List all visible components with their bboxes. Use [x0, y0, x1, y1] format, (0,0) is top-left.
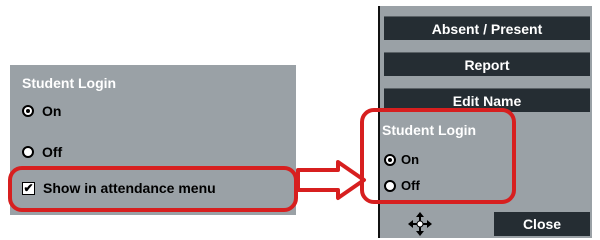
radio-off-label: Off	[42, 144, 63, 160]
attendance-menu-panel: Absent / Present Report Edit Name Studen…	[378, 6, 592, 238]
radio-on-label: On	[42, 103, 62, 119]
right-radio-off-icon[interactable]	[384, 179, 396, 192]
right-radio-off-option[interactable]: Off	[384, 178, 420, 193]
checkbox-label: Show in attendance menu	[43, 180, 216, 196]
move-icon[interactable]	[408, 212, 432, 236]
bottom-bar: Close	[380, 210, 592, 238]
close-button[interactable]: Close	[494, 212, 590, 236]
checkbox-icon[interactable]: ✔	[22, 181, 35, 195]
panel-title: Student Login	[22, 75, 117, 91]
arrow-right-icon	[296, 160, 366, 200]
radio-off-icon[interactable]	[22, 146, 34, 158]
right-radio-off-label: Off	[401, 178, 420, 193]
right-radio-on-option[interactable]: On	[384, 152, 419, 167]
edit-name-button[interactable]: Edit Name	[384, 88, 590, 112]
student-login-title: Student Login	[382, 122, 477, 138]
show-in-attendance-checkbox[interactable]: ✔ Show in attendance menu	[22, 180, 216, 196]
radio-off-option[interactable]: Off	[22, 144, 62, 160]
right-radio-on-icon[interactable]	[384, 153, 396, 166]
settings-panel: Student Login On Off ✔ Show in attendanc…	[10, 65, 296, 215]
radio-on-icon[interactable]	[22, 105, 34, 117]
report-button[interactable]: Report	[384, 52, 590, 76]
right-radio-on-label: On	[401, 152, 420, 167]
radio-on-option[interactable]: On	[22, 103, 61, 119]
absent-present-button[interactable]: Absent / Present	[384, 16, 590, 40]
